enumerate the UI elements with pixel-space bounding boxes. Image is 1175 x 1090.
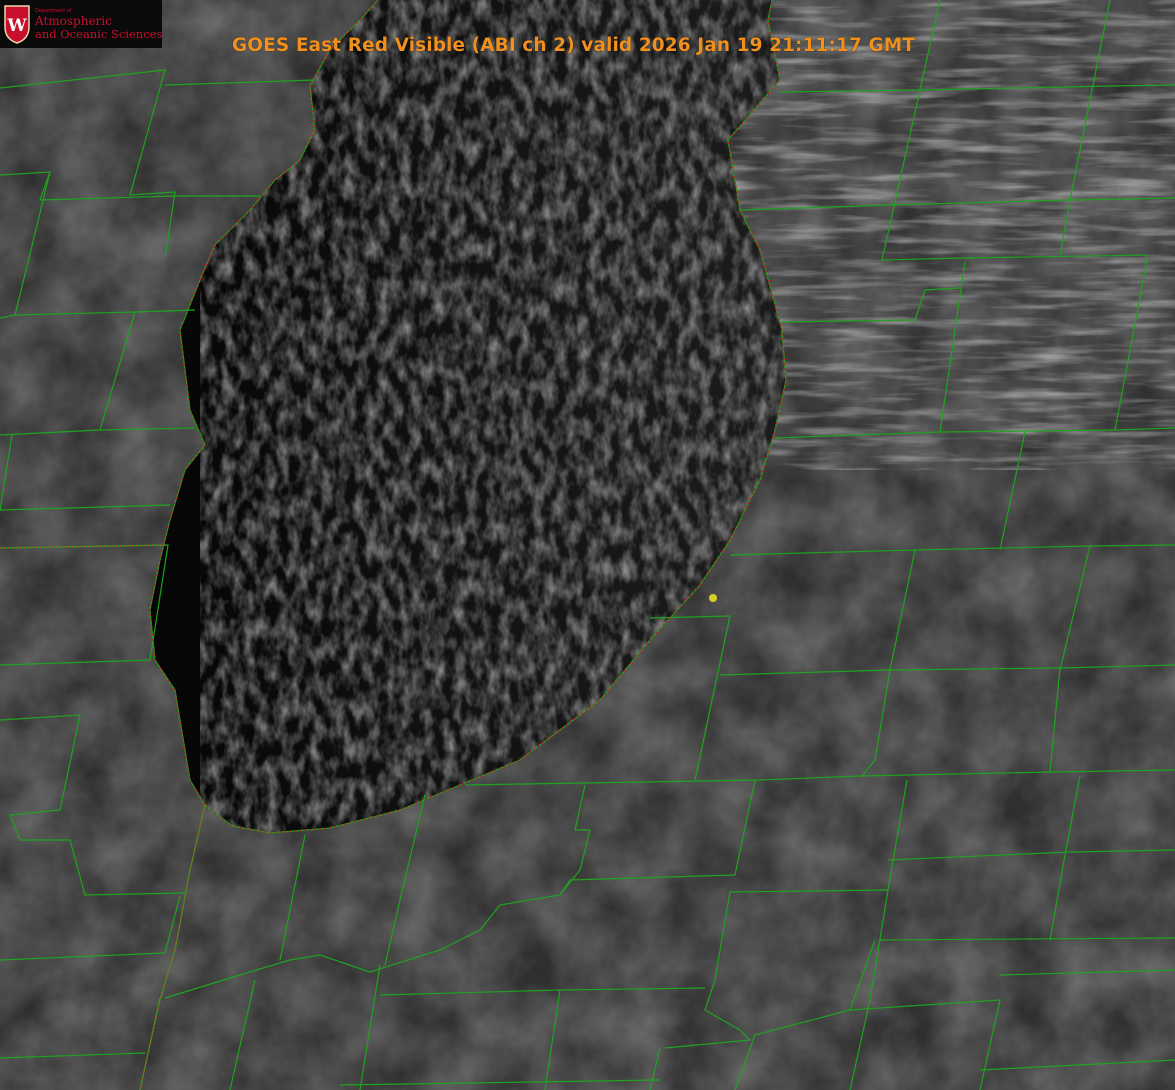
- satellite-map-view: W Department of Atmospheric and Oceanic …: [0, 0, 1175, 1090]
- product-title: GOES East Red Visible (ABI ch 2) valid 2…: [232, 35, 915, 56]
- svg-text:W: W: [6, 16, 27, 36]
- logo-name-line1: Atmospheric: [35, 14, 112, 28]
- uw-crest-icon: W: [4, 5, 30, 44]
- uw-aos-logo: W Department of Atmospheric and Oceanic …: [0, 0, 162, 48]
- logo-name-line2: and Oceanic Sciences: [35, 27, 163, 41]
- location-marker: [709, 594, 717, 602]
- satellite-image: [0, 0, 1175, 1090]
